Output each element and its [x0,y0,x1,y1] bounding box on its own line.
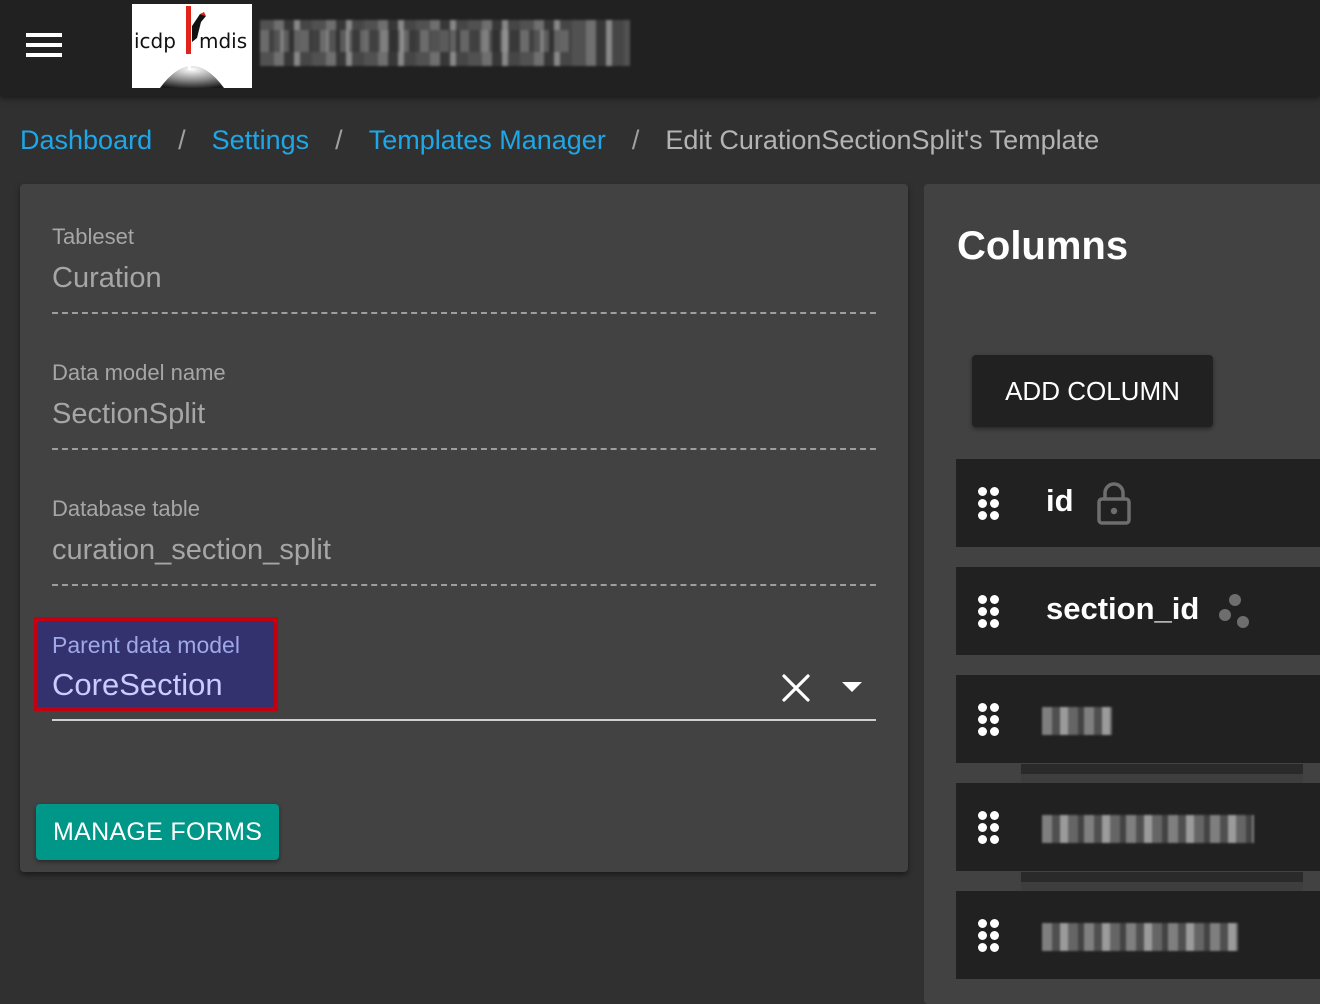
breadcrumb-separator: / [335,124,343,155]
columns-panel: Columns ADD COLUMN id section_id [924,184,1320,1004]
woodpecker-logo-icon: icdp mdis [134,6,247,88]
column-name: section_id [1046,591,1200,626]
column-name-redacted [1042,923,1238,951]
breadcrumb-templates-manager[interactable]: Templates Manager [369,125,606,156]
column-item-section-id[interactable]: section_id [956,567,1320,655]
breadcrumb-separator: / [631,124,640,155]
parent-data-model-select[interactable]: Parent data model CoreSection [34,617,876,722]
breadcrumb-settings[interactable]: Settings [212,125,310,156]
database-table-value: curation_section_split [52,534,331,566]
database-table-label: Database table [52,496,200,521]
parent-data-model-underline [52,719,876,721]
drag-handle-icon[interactable] [978,811,1002,845]
parent-data-model-value[interactable]: CoreSection [52,667,223,703]
app-bar: icdp mdis [0,0,1320,96]
data-model-name-field: Data model name SectionSplit [52,360,876,450]
tableset-label: Tableset [52,224,134,249]
column-item-id[interactable]: id [956,459,1320,547]
arrow-drop-down-icon[interactable] [840,678,864,698]
close-icon[interactable] [780,672,812,704]
tableset-field: Tableset Curation [52,224,876,314]
column-name: id [1046,483,1074,518]
columns-title: Columns [957,224,1129,268]
breadcrumb: Dashboard / Settings / Templates Manager… [20,120,1099,160]
column-item-redacted[interactable] [956,891,1320,979]
manage-forms-button[interactable]: MANAGE FORMS [36,804,280,860]
foreign-key-icon [1218,591,1254,636]
template-settings-card: Tableset Curation Data model name Sectio… [20,184,908,872]
svg-text:icdp: icdp [134,29,176,53]
column-item-redacted[interactable] [956,675,1320,763]
breadcrumb-dashboard[interactable]: Dashboard [20,125,152,156]
column-item-redacted[interactable] [956,783,1320,871]
parent-data-model-label: Parent data model [52,632,240,658]
add-column-button[interactable]: ADD COLUMN [972,355,1213,427]
svg-text:mdis: mdis [199,29,247,53]
tableset-value: Curation [52,262,162,294]
data-model-name-label: Data model name [52,360,226,385]
data-model-name-value: SectionSplit [52,398,206,430]
lock-icon [1096,481,1132,530]
breadcrumb-current-page: Edit CurationSectionSplit's Template [665,124,1100,155]
column-name-redacted [1042,707,1112,735]
drag-handle-icon[interactable] [978,703,1002,737]
app-logo[interactable]: icdp mdis [132,4,252,88]
drag-handle-icon[interactable] [978,919,1002,953]
drag-handle-icon[interactable] [978,595,1002,629]
breadcrumb-separator: / [178,124,186,155]
field-underline-disabled [52,312,876,314]
field-underline-disabled [52,584,876,586]
drag-handle-icon[interactable] [978,487,1002,521]
column-name-redacted [1042,815,1254,843]
app-title-redacted [260,20,630,66]
hamburger-menu-icon[interactable] [22,30,66,62]
database-table-field: Database table curation_section_split [52,496,876,586]
field-underline-disabled [52,448,876,450]
